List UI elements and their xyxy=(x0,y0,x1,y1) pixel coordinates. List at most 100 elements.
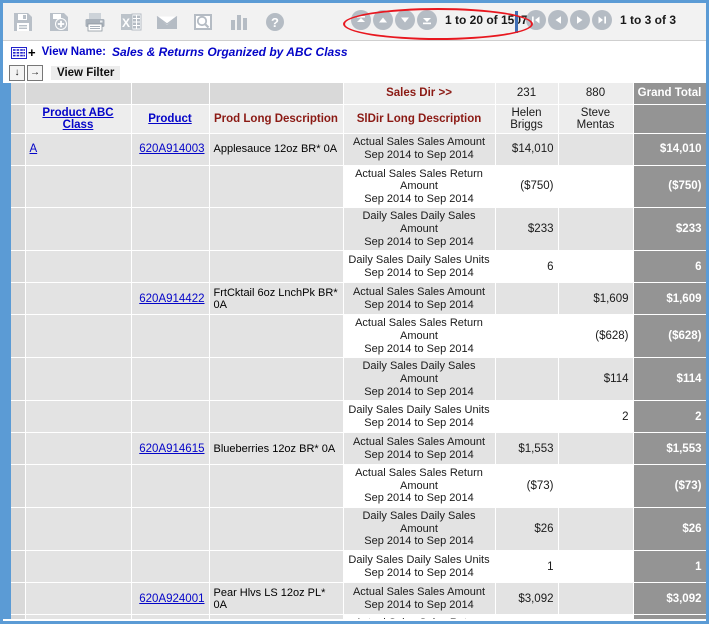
table-row[interactable]: Daily Sales Daily Sales Units Sep 2014 to… xyxy=(3,400,706,434)
cell-value-helen-briggs: $14,010 xyxy=(495,133,559,166)
row-stub[interactable] xyxy=(11,614,26,619)
help-icon[interactable]: ? xyxy=(259,6,291,38)
cell-abc-class xyxy=(25,165,132,209)
product-link[interactable]: 620A924001 xyxy=(139,593,204,605)
table-row[interactable]: Daily Sales Daily Sales Units Sep 2014 to… xyxy=(3,550,706,584)
abc-class-link[interactable]: A xyxy=(30,143,38,155)
table-row[interactable]: 620A914422 FrtCktail 6oz LnchPk BR* 0A Act… xyxy=(3,282,706,316)
save-icon[interactable] xyxy=(7,6,39,38)
row-stub[interactable] xyxy=(11,282,26,316)
previous-rows-button[interactable] xyxy=(373,10,393,30)
row-stub[interactable] xyxy=(11,133,26,166)
row-stub[interactable] xyxy=(11,582,26,616)
table-row[interactable]: Daily Sales Daily Sales Amount Sep 2014 t… xyxy=(3,207,706,252)
table-row[interactable]: A 620A914003 Applesauce 12oz BR* 0A Actual … xyxy=(3,133,706,166)
add-view-icon[interactable]: + xyxy=(28,46,36,59)
cell-value-steve-mentas: $114 xyxy=(558,357,634,402)
cell-value-steve-mentas: $1,609 xyxy=(558,282,634,316)
last-columns-button[interactable] xyxy=(592,10,612,30)
export-excel-icon[interactable]: X xyxy=(115,6,147,38)
arrow-right-icon[interactable]: → xyxy=(27,65,43,81)
arrow-down-icon[interactable]: ↓ xyxy=(9,65,25,81)
cell-metric-label: Daily Sales Daily Sales Units Sep 2014 to… xyxy=(343,400,496,434)
row-stub[interactable] xyxy=(11,165,26,209)
previous-columns-button[interactable] xyxy=(548,10,568,30)
header-prod-long-description[interactable]: Prod Long Description xyxy=(209,104,344,134)
product-link[interactable]: 620A914422 xyxy=(139,293,204,305)
row-stub[interactable] xyxy=(11,464,26,509)
cell-value-steve-mentas xyxy=(558,133,634,166)
first-rows-button[interactable] xyxy=(351,10,371,30)
cell-prod-description xyxy=(209,207,344,252)
cell-grand-total: $1,553 xyxy=(633,432,706,466)
next-rows-button[interactable] xyxy=(395,10,415,30)
product-link[interactable]: 620A914003 xyxy=(139,143,204,155)
search-preview-icon[interactable] xyxy=(187,6,219,38)
metric-name: Actual Sales Sales Amount xyxy=(352,436,486,449)
metric-name: Actual Sales Sales Return Amount xyxy=(355,167,483,193)
product-link[interactable]: 620A914615 xyxy=(139,443,204,455)
row-stub[interactable] xyxy=(11,357,26,402)
row-stub[interactable] xyxy=(11,207,26,252)
table-row[interactable]: 620A924001 Pear Hlvs LS 12oz PL* 0A Actual… xyxy=(3,582,706,616)
cell-prod-description xyxy=(209,550,344,584)
cell-value-helen-briggs xyxy=(495,314,559,359)
blank-cell xyxy=(209,83,344,105)
cell-grand-total: $26 xyxy=(633,507,706,552)
table-row[interactable]: Actual Sales Sales Return AmountSep 2014… xyxy=(3,614,706,619)
row-stub xyxy=(11,104,26,134)
cell-prod-description xyxy=(209,250,344,284)
report-grid-container[interactable]: Sales Dir >> 231 880 Grand Total Product… xyxy=(3,83,706,619)
chart-icon[interactable] xyxy=(223,6,255,38)
grand-total-header: Grand Total xyxy=(633,83,706,105)
header-product-abc-class[interactable]: Product ABC Class xyxy=(25,104,132,134)
left-rail xyxy=(3,133,11,165)
email-icon[interactable] xyxy=(151,6,183,38)
cell-grand-total: $114 xyxy=(633,357,706,402)
cell-value-helen-briggs xyxy=(495,357,559,402)
save-as-icon[interactable] xyxy=(43,6,75,38)
cell-value-steve-mentas xyxy=(558,432,634,466)
cell-abc-class[interactable]: A xyxy=(25,133,132,166)
metric-period: Sep 2014 to Sep 2014 xyxy=(364,149,474,161)
last-rows-button[interactable] xyxy=(417,10,437,30)
first-columns-button[interactable] xyxy=(526,10,546,30)
cell-product[interactable]: 620A914422 xyxy=(131,282,210,316)
row-stub[interactable] xyxy=(11,250,26,284)
print-icon[interactable] xyxy=(79,6,111,38)
row-stub[interactable] xyxy=(11,507,26,552)
cell-product[interactable]: 620A924001 xyxy=(131,582,210,616)
sales-dir-header[interactable]: Sales Dir >> xyxy=(343,83,496,105)
cell-product[interactable]: 620A914003 xyxy=(131,133,210,166)
cell-grand-total: $3,092 xyxy=(633,582,706,616)
metric-name: Actual Sales Sales Amount xyxy=(352,585,486,598)
table-row[interactable]: 620A914615 Blueberries 12oz BR* 0A Actual … xyxy=(3,432,706,466)
cell-metric-label: Daily Sales Daily Sales Amount Sep 2014 t… xyxy=(343,357,496,402)
next-columns-button[interactable] xyxy=(570,10,590,30)
table-row[interactable]: Daily Sales Daily Sales Units Sep 2014 to… xyxy=(3,250,706,284)
header-product[interactable]: Product xyxy=(131,104,210,134)
cell-abc-class xyxy=(25,207,132,252)
table-row[interactable]: Actual Sales Sales Return AmountSep 2014… xyxy=(3,464,706,509)
cell-grand-total: $14,010 xyxy=(633,133,706,166)
view-name-value[interactable]: Sales & Returns Organized by ABC Class xyxy=(112,45,348,59)
row-stub[interactable] xyxy=(11,400,26,434)
cell-value-helen-briggs xyxy=(495,282,559,316)
cell-grand-total: ($750) xyxy=(633,165,706,209)
grid-icon[interactable] xyxy=(11,46,27,59)
table-row[interactable]: Actual Sales Sales Return AmountSep 2014… xyxy=(3,165,706,209)
table-row[interactable]: Daily Sales Daily Sales Amount Sep 2014 t… xyxy=(3,357,706,402)
cell-grand-total: 6 xyxy=(633,250,706,284)
row-stub[interactable] xyxy=(11,314,26,359)
metric-name: Daily Sales Daily Sales Amount xyxy=(362,360,476,385)
view-filter-label[interactable]: View Filter xyxy=(51,66,121,80)
cell-value-helen-briggs: $26 xyxy=(495,507,559,552)
row-stub[interactable] xyxy=(11,432,26,466)
cell-product[interactable]: 620A914615 xyxy=(131,432,210,466)
cell-grand-total: 2 xyxy=(633,400,706,434)
table-row[interactable]: Actual Sales Sales Return AmountSep 2014… xyxy=(3,314,706,359)
table-row[interactable]: Daily Sales Daily Sales Amount Sep 2014 t… xyxy=(3,507,706,552)
cell-value-steve-mentas xyxy=(558,165,634,209)
row-stub[interactable] xyxy=(11,550,26,584)
header-sldir-long-description[interactable]: SlDir Long Description xyxy=(343,104,496,134)
